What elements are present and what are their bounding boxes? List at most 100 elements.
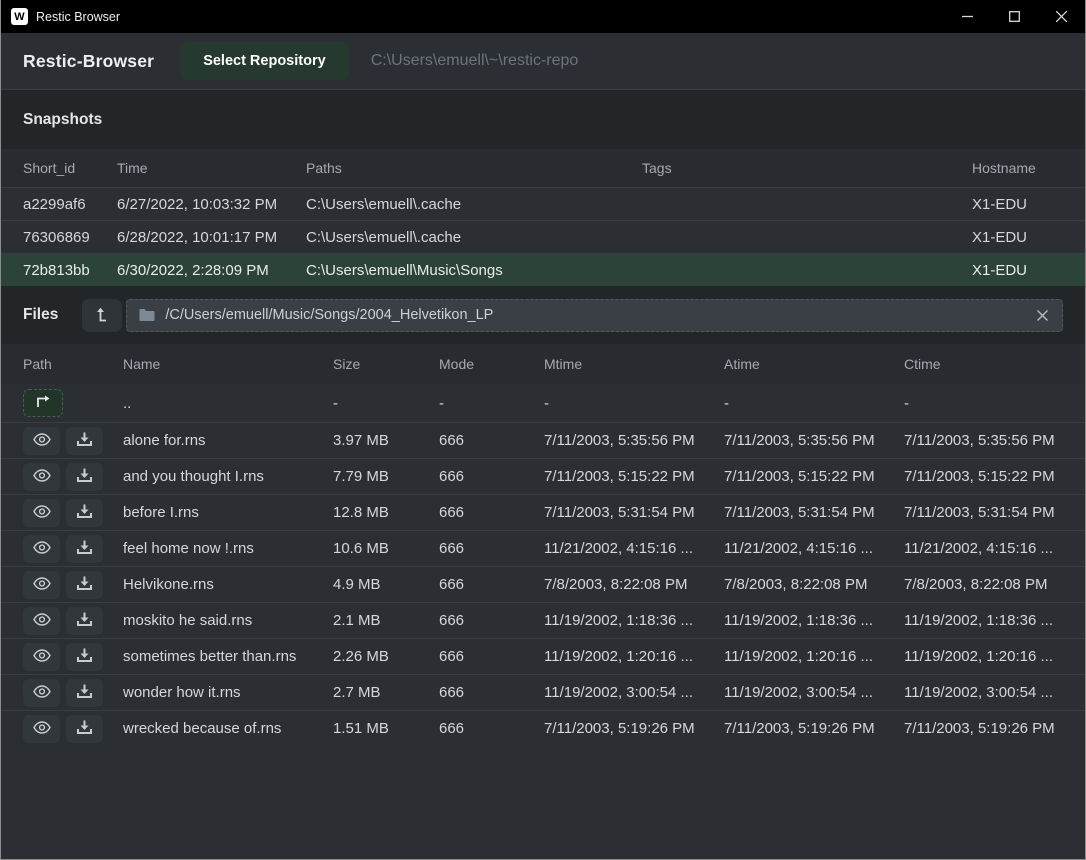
app-window: W Restic Browser Restic-Browser Select R… [0, 0, 1086, 860]
file-name: sometimes better than.rns [123, 648, 333, 665]
snapshot-row[interactable]: a2299af6 6/27/2022, 10:03:32 PM C:\Users… [1, 187, 1085, 220]
parent-directory-row[interactable]: .. - - - - - [1, 384, 1085, 422]
file-name: and you thought I.rns [123, 468, 333, 485]
file-row[interactable]: before I.rns 12.8 MB 666 7/11/2003, 5:31… [1, 494, 1085, 530]
col-time[interactable]: Time [117, 160, 306, 176]
snapshot-row-selected[interactable]: 72b813bb 6/30/2022, 2:28:09 PM C:\Users\… [1, 253, 1085, 286]
clear-path-icon[interactable] [1035, 308, 1050, 323]
preview-file-button[interactable] [23, 571, 60, 599]
file-atime: 7/11/2003, 5:31:54 PM [724, 504, 904, 521]
current-path-text: /C/Users/emuell/Music/Songs/2004_Helveti… [165, 307, 1035, 323]
file-row[interactable]: alone for.rns 3.97 MB 666 7/11/2003, 5:3… [1, 422, 1085, 458]
eye-icon [33, 505, 51, 521]
navigate-parent-button[interactable] [23, 389, 63, 417]
snapshot-paths: C:\Users\emuell\.cache [306, 229, 642, 246]
download-icon [77, 612, 92, 630]
download-file-button[interactable] [66, 679, 103, 707]
col-size[interactable]: Size [333, 356, 439, 372]
download-icon [77, 576, 92, 594]
file-mode: - [439, 395, 544, 412]
file-name: Helvikone.rns [123, 576, 333, 593]
file-ctime: 11/21/2002, 4:15:16 ... [904, 540, 1063, 557]
file-atime: 11/19/2002, 1:20:16 ... [724, 648, 904, 665]
file-size: 7.79 MB [333, 468, 439, 485]
file-row[interactable]: moskito he said.rns 2.1 MB 666 11/19/200… [1, 602, 1085, 638]
download-icon [77, 540, 92, 558]
preview-file-button[interactable] [23, 535, 60, 563]
file-row[interactable]: Helvikone.rns 4.9 MB 666 7/8/2003, 8:22:… [1, 566, 1085, 602]
download-file-button[interactable] [66, 607, 103, 635]
file-row[interactable]: wrecked because of.rns 1.51 MB 666 7/11/… [1, 710, 1085, 746]
download-file-button[interactable] [66, 715, 103, 743]
close-button[interactable] [1038, 0, 1085, 33]
snapshot-time: 6/28/2022, 10:01:17 PM [117, 229, 306, 246]
file-name: alone for.rns [123, 432, 333, 449]
col-name[interactable]: Name [123, 356, 333, 372]
file-row[interactable]: wonder how it.rns 2.7 MB 666 11/19/2002,… [1, 674, 1085, 710]
minimize-icon [962, 11, 973, 22]
preview-file-button[interactable] [23, 463, 60, 491]
col-mode[interactable]: Mode [439, 356, 544, 372]
download-icon [77, 720, 92, 738]
file-ctime: 11/19/2002, 1:20:16 ... [904, 648, 1063, 665]
file-size: - [333, 395, 439, 412]
download-file-button[interactable] [66, 499, 103, 527]
file-atime: 7/11/2003, 5:15:22 PM [724, 468, 904, 485]
file-name: .. [123, 395, 333, 412]
file-row[interactable]: sometimes better than.rns 2.26 MB 666 11… [1, 638, 1085, 674]
download-icon [77, 684, 92, 702]
col-tags[interactable]: Tags [642, 160, 972, 176]
preview-file-button[interactable] [23, 643, 60, 671]
maximize-button[interactable] [991, 0, 1038, 33]
file-size: 3.97 MB [333, 432, 439, 449]
download-file-button[interactable] [66, 643, 103, 671]
col-hostname[interactable]: Hostname [972, 160, 1063, 176]
parent-arrow-icon [34, 394, 52, 412]
file-mode: 666 [439, 504, 544, 521]
snapshots-table-header: Short_id Time Paths Tags Hostname [1, 149, 1085, 187]
wails-logo-icon: W [11, 8, 28, 25]
preview-file-button[interactable] [23, 679, 60, 707]
file-ctime: 11/19/2002, 1:18:36 ... [904, 612, 1063, 629]
preview-file-button[interactable] [23, 427, 60, 455]
file-atime: 11/19/2002, 1:18:36 ... [724, 612, 904, 629]
snapshot-short-id: 72b813bb [23, 262, 117, 279]
col-ctime[interactable]: Ctime [904, 356, 1063, 372]
snapshot-time: 6/30/2022, 2:28:09 PM [117, 262, 306, 279]
preview-file-button[interactable] [23, 499, 60, 527]
snapshot-row[interactable]: 76306869 6/28/2022, 10:01:17 PM C:\Users… [1, 220, 1085, 253]
preview-file-button[interactable] [23, 607, 60, 635]
app-title: Restic-Browser [23, 51, 154, 72]
file-ctime: 11/19/2002, 3:00:54 ... [904, 684, 1063, 701]
snapshot-short-id: 76306869 [23, 229, 117, 246]
col-paths[interactable]: Paths [306, 160, 642, 176]
file-row[interactable]: and you thought I.rns 7.79 MB 666 7/11/2… [1, 458, 1085, 494]
select-repository-button[interactable]: Select Repository [180, 42, 349, 80]
snapshot-paths: C:\Users\emuell\.cache [306, 196, 642, 213]
file-row[interactable]: feel home now !.rns 10.6 MB 666 11/21/20… [1, 530, 1085, 566]
snapshot-hostname: X1-EDU [972, 229, 1063, 246]
file-atime: - [724, 395, 904, 412]
preview-file-button[interactable] [23, 715, 60, 743]
file-size: 4.9 MB [333, 576, 439, 593]
file-size: 2.7 MB [333, 684, 439, 701]
download-file-button[interactable] [66, 571, 103, 599]
go-up-level-button[interactable] [82, 299, 122, 332]
file-mode: 666 [439, 720, 544, 737]
col-path[interactable]: Path [23, 356, 123, 372]
download-file-button[interactable] [66, 427, 103, 455]
file-atime: 11/21/2002, 4:15:16 ... [724, 540, 904, 557]
col-atime[interactable]: Atime [724, 356, 904, 372]
current-path-input[interactable]: /C/Users/emuell/Music/Songs/2004_Helveti… [126, 299, 1063, 332]
download-file-button[interactable] [66, 463, 103, 491]
file-mode: 666 [439, 648, 544, 665]
download-file-button[interactable] [66, 535, 103, 563]
app-header: Restic-Browser Select Repository C:\User… [1, 33, 1085, 90]
minimize-button[interactable] [944, 0, 991, 33]
col-mtime[interactable]: Mtime [544, 356, 724, 372]
file-size: 12.8 MB [333, 504, 439, 521]
col-short-id[interactable]: Short_id [23, 160, 117, 176]
maximize-icon [1009, 11, 1020, 22]
file-size: 2.26 MB [333, 648, 439, 665]
file-mode: 666 [439, 540, 544, 557]
